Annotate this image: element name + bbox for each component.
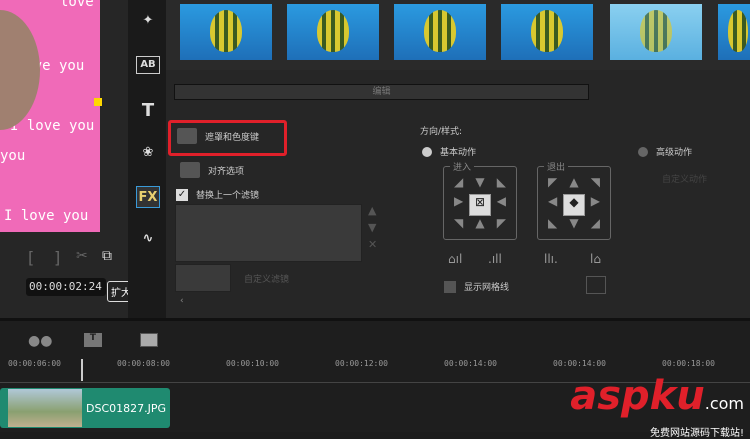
thumbnail[interactable]: [610, 4, 702, 60]
exit-label: 退出: [544, 160, 569, 173]
preview-photo: [0, 10, 40, 130]
preview-text: I love you: [10, 118, 95, 134]
enlarge-icon[interactable]: ⧉: [102, 248, 112, 264]
label: 显示网格线: [464, 283, 510, 293]
thumbnail[interactable]: [287, 4, 379, 60]
tab-edit[interactable]: 编辑: [174, 84, 589, 100]
preset-dropdown[interactable]: [175, 264, 231, 292]
replace-filter-checkbox[interactable]: ✓ 替换上一个滤镜: [176, 188, 259, 201]
text-icon[interactable]: T: [136, 100, 160, 122]
ruler-tick: 00:00:14:00: [444, 359, 497, 368]
playhead[interactable]: [81, 359, 83, 381]
custom-filter-button[interactable]: 自定义滤镜: [244, 272, 289, 285]
graphics-track-icon[interactable]: [140, 333, 158, 347]
motion-preset-icon[interactable]: [586, 276, 606, 294]
preview-text: love: [60, 0, 94, 10]
thumbnail[interactable]: [501, 4, 593, 60]
resize-handle[interactable]: [94, 98, 102, 106]
radio-icon: [638, 146, 648, 157]
brand: aspku: [570, 373, 705, 419]
title-icon[interactable]: AB: [136, 56, 160, 74]
clip-thumbnail: [8, 389, 82, 427]
watermark-logo: aspku.com 免费网站源码下载站!: [570, 376, 744, 439]
preview-window[interactable]: love I love you I love you I love you yo…: [0, 0, 100, 232]
mark-out-button[interactable]: ]: [54, 248, 60, 267]
transition-icon[interactable]: ●●: [28, 333, 52, 349]
path-icon[interactable]: ∿: [136, 228, 160, 250]
thumbnail[interactable]: [394, 4, 486, 60]
mask-chroma-button[interactable]: 遮罩和色度键: [177, 128, 259, 144]
label: 高级动作: [656, 148, 693, 158]
label: 对齐选项: [208, 166, 245, 177]
align-icon: [180, 162, 200, 178]
enter-label: 进入: [450, 160, 475, 173]
instant-project-icon[interactable]: ✦: [136, 10, 160, 32]
clip-name: DSC01827.JPG: [86, 402, 167, 415]
preview-text: you: [0, 148, 26, 164]
ease-out-icon[interactable]: l⌂: [590, 252, 601, 266]
check-icon: ✓: [176, 188, 188, 201]
timecode[interactable]: 00:00:02:24: [26, 278, 106, 296]
title-track-icon[interactable]: T: [84, 333, 102, 347]
preview-text: I love you: [4, 208, 89, 224]
ease-in-icon[interactable]: ⌂ıl: [448, 252, 462, 266]
radio-icon: [422, 146, 432, 157]
label: 基本动作: [440, 148, 477, 158]
align-options-button[interactable]: 对齐选项: [180, 162, 244, 178]
enter-direction-grid[interactable]: ◢ ▼ ◣ ▶ ⊠ ◀ ◥ ▲ ◤: [443, 166, 517, 240]
custom-motion-button[interactable]: 自定义动作: [662, 172, 707, 185]
slow-down-icon[interactable]: llı.: [544, 252, 558, 266]
basic-motion-radio[interactable]: 基本动作: [422, 145, 476, 158]
label: 替换上一个滤镜: [196, 191, 260, 201]
scissors-icon[interactable]: ✂: [76, 248, 88, 264]
domain: .com: [704, 394, 744, 413]
exit-direction-grid[interactable]: ◤ ▲ ◥ ◀ ◆ ▶ ◣ ▼ ◢: [537, 166, 611, 240]
ruler-tick: 00:00:08:00: [117, 359, 170, 368]
ruler-tick: 00:00:14:00: [553, 359, 606, 368]
checkbox-icon: [444, 280, 456, 293]
ruler-tick: 00:00:18:00: [662, 359, 715, 368]
ruler-tick: 00:00:10:00: [226, 359, 279, 368]
collapse-icon[interactable]: ‹: [180, 296, 184, 306]
ruler-tick: 00:00:06:00: [8, 359, 61, 368]
ruler-tick: 00:00:12:00: [335, 359, 388, 368]
thumbnail[interactable]: [180, 4, 272, 60]
advanced-motion-radio[interactable]: 高级动作: [638, 145, 692, 158]
mask-icon: [177, 128, 197, 144]
show-grid-checkbox[interactable]: 显示网格线: [444, 280, 509, 293]
tool-column: ✦ AB T ❀ FX ∿: [128, 0, 166, 318]
filter-fx-icon[interactable]: FX: [136, 186, 160, 208]
list-controls[interactable]: ▲ ▼ ✕: [368, 202, 377, 253]
graphics-icon[interactable]: ❀: [136, 142, 160, 164]
mark-in-button[interactable]: [: [28, 248, 34, 267]
filter-list[interactable]: [175, 204, 362, 262]
speed-up-icon[interactable]: .ıll: [488, 252, 502, 266]
direction-style-label: 方向/样式:: [420, 127, 463, 137]
label: 遮罩和色度键: [205, 132, 260, 143]
library-thumbnails: [166, 0, 750, 70]
thumbnail[interactable]: [718, 4, 750, 60]
